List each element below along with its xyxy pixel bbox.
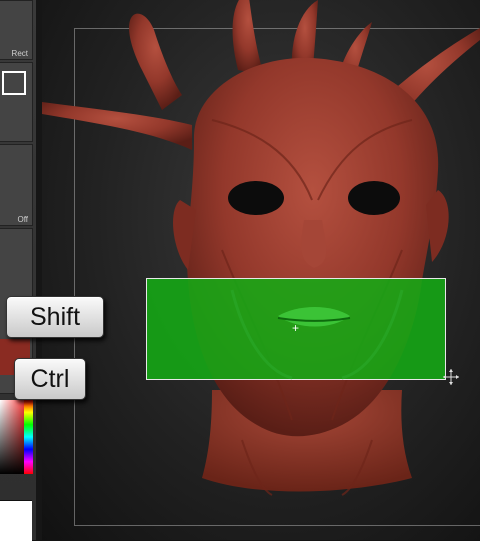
shift-key-indicator: Shift [6, 296, 104, 338]
move-cursor-icon [443, 369, 459, 385]
sculpted-head-model [42, 0, 480, 496]
eye-left [228, 181, 284, 215]
crosshair-icon: + [292, 321, 300, 335]
stroke-slot[interactable] [0, 62, 33, 142]
horn-left-large [129, 13, 182, 110]
hue-strip[interactable] [24, 400, 33, 474]
ctrl-key-indicator: Ctrl [14, 358, 86, 400]
canvas-viewport[interactable]: + [42, 0, 480, 540]
stroke-square-icon [2, 71, 26, 95]
horn-left-middle [232, 0, 264, 75]
brush-slot[interactable]: Rect [0, 0, 33, 60]
eye-right [348, 181, 400, 215]
main-color-swatch[interactable] [0, 500, 32, 541]
alpha-slot[interactable]: Off [0, 144, 33, 226]
shelf-label-rect: Rect [11, 49, 28, 58]
shelf-label-off: Off [17, 215, 28, 224]
cheek-right [426, 190, 449, 262]
horn-left-side [42, 102, 192, 150]
